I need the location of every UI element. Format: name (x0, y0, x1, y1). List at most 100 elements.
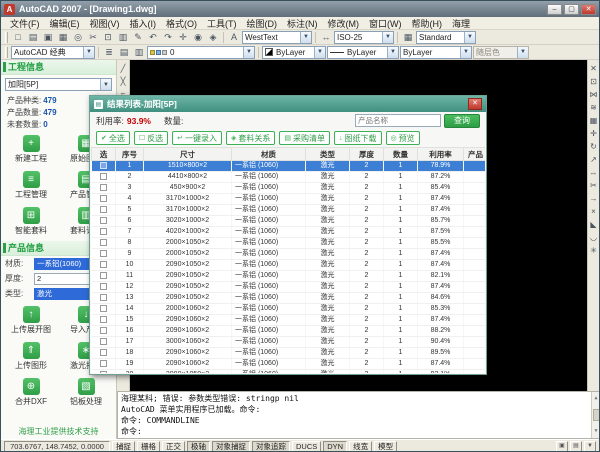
paste-icon[interactable]: ▥ (116, 31, 130, 44)
row-checkbox[interactable] (100, 228, 107, 235)
col-thickness[interactable]: 厚度 (350, 148, 384, 161)
open-file-icon[interactable]: ▤ (26, 31, 40, 44)
layer-combo[interactable]: 0 ▼ (147, 46, 255, 59)
row-select-cell[interactable] (92, 326, 116, 337)
row-select-cell[interactable] (92, 271, 116, 282)
status-toggle[interactable]: 线宽 (349, 441, 372, 452)
row-select-cell[interactable] (92, 216, 116, 227)
chevron-down-icon[interactable]: ▼ (83, 47, 94, 58)
mirror-icon[interactable]: ⋈ (588, 88, 600, 100)
table-row[interactable]: 9 2000×1050×2 一系铝 (1060) 激光 2 1 87.4% (92, 249, 486, 260)
table-row[interactable]: 12 2090×1050×2 一系铝 (1060) 激光 2 1 87.4% (92, 282, 486, 293)
chevron-down-icon[interactable]: ▼ (382, 32, 393, 43)
row-checkbox[interactable] (100, 338, 107, 345)
menu-item[interactable]: 窗口(W) (364, 17, 407, 30)
cut-icon[interactable]: ✂ (86, 31, 100, 44)
pan-icon[interactable]: ✛ (176, 31, 190, 44)
lineweight-combo[interactable]: ByLayer ▼ (400, 46, 472, 59)
row-select-cell[interactable] (92, 183, 116, 194)
trim-icon[interactable]: ✂ (588, 179, 600, 191)
col-index[interactable]: 序号 (116, 148, 144, 161)
maximize-button[interactable]: ▢ (564, 4, 579, 15)
row-select-cell[interactable] (92, 304, 116, 315)
one-key-entry-button[interactable]: ↵ 一键录入 (172, 131, 222, 145)
table-row[interactable]: 3 450×900×2 一系铝 (1060) 激光 2 1 85.4% (92, 183, 486, 194)
dialog-title-bar[interactable]: ▤ 结果列表-加阳[5P] ✕ (90, 96, 486, 112)
col-usage[interactable]: 利用率 (418, 148, 464, 161)
table-row[interactable]: 5 3170×1000×2 一系铝 (1060) 激光 2 1 87.4% (92, 205, 486, 216)
project-combo[interactable]: 加阳[5P] ▼ (5, 78, 112, 91)
color-combo[interactable]: ByLayer ▼ (262, 46, 326, 59)
chamfer-icon[interactable]: ◣ (588, 218, 600, 230)
status-toggle[interactable]: 对象捕捉 (212, 441, 250, 452)
row-select-cell[interactable] (92, 227, 116, 238)
status-toggle[interactable]: DUCS (292, 441, 321, 452)
offset-icon[interactable]: ≋ (588, 101, 600, 113)
status-toggle[interactable]: 正交 (162, 441, 185, 452)
row-checkbox[interactable] (100, 294, 107, 301)
col-quantity[interactable]: 数量 (384, 148, 418, 161)
table-row[interactable]: 15 2090×1060×2 一系铝 (1060) 激光 2 1 87.4% (92, 315, 486, 326)
layer-properties-icon[interactable]: ≣ (102, 46, 116, 59)
scale-icon[interactable]: ↗ (588, 153, 600, 165)
table-row[interactable]: 14 2000×1060×2 一系铝 (1060) 激光 2 1 85.3% (92, 304, 486, 315)
row-select-cell[interactable] (92, 359, 116, 370)
row-checkbox[interactable] (100, 195, 107, 202)
dialog-close-button[interactable]: ✕ (468, 98, 482, 110)
row-checkbox[interactable] (100, 272, 107, 279)
line-icon[interactable]: ╱ (117, 62, 129, 74)
menu-item[interactable]: 标注(N) (282, 17, 323, 30)
drawing-download-button[interactable]: ↓ 图纸下载 (334, 131, 382, 145)
table-row[interactable]: 18 2090×1060×2 一系铝 (1060) 激光 2 1 89.5% (92, 348, 486, 359)
row-checkbox[interactable] (100, 261, 107, 268)
row-select-cell[interactable] (92, 282, 116, 293)
row-select-cell[interactable] (92, 161, 116, 172)
merge-dxf-button[interactable]: ⊕ 合并DXF (4, 375, 58, 410)
layer-states-icon[interactable]: ▤ (117, 46, 131, 59)
row-checkbox[interactable] (100, 327, 107, 334)
invert-select-button[interactable]: ☐ 反选 (134, 131, 168, 145)
toolbar-grip[interactable] (5, 47, 8, 58)
scroll-down-icon[interactable]: ▼ (594, 426, 597, 437)
workspace-combo[interactable]: AutoCAD 经典 ▼ (11, 46, 95, 59)
make-layer-current-icon[interactable]: ▥ (132, 46, 146, 59)
menu-item[interactable]: 视图(V) (85, 17, 125, 30)
table-row[interactable]: 19 2090×1060×2 一系铝 (1060) 激光 2 1 87.4% (92, 359, 486, 370)
row-checkbox[interactable] (100, 371, 107, 373)
table-row[interactable]: 6 3020×1000×2 一系铝 (1060) 激光 2 1 85.7% (92, 216, 486, 227)
upload-unfold-button[interactable]: ↑ 上传展开图 (4, 303, 58, 338)
purchase-list-button[interactable]: ▤ 采购清单 (279, 131, 330, 145)
chevron-down-icon[interactable]: ▼ (464, 32, 475, 43)
copy-object-icon[interactable]: ⊡ (588, 75, 600, 87)
row-select-cell[interactable] (92, 249, 116, 260)
col-select[interactable]: 选 (92, 148, 116, 161)
menu-item[interactable]: 工具(T) (202, 17, 242, 30)
menu-item[interactable]: 插入(I) (125, 17, 162, 30)
menu-item[interactable]: 海理 (447, 17, 475, 30)
dim-style-icon[interactable]: ↔ (319, 31, 333, 44)
table-row[interactable]: 4 3170×1000×2 一系铝 (1060) 激光 2 1 87.4% (92, 194, 486, 205)
row-select-cell[interactable] (92, 205, 116, 216)
row-select-cell[interactable] (92, 370, 116, 374)
rotate-icon[interactable]: ↻ (588, 140, 600, 152)
table-row[interactable]: 11 2090×1050×2 一系铝 (1060) 激光 2 1 82.1% (92, 271, 486, 282)
linetype-combo[interactable]: ByLayer ▼ (327, 46, 399, 59)
table-row[interactable]: 1 1510×800×2 一系铝 (1060) 激光 2 1 78.9% (92, 161, 486, 172)
stretch-icon[interactable]: ↔ (588, 166, 600, 178)
match-properties-icon[interactable]: ✎ (131, 31, 145, 44)
status-toggle[interactable]: 对象追踪 (252, 441, 290, 452)
chevron-down-icon[interactable]: ▼ (460, 47, 471, 58)
text-style-combo[interactable]: WestText ▼ (242, 31, 312, 44)
table-row[interactable]: 8 2000×1050×2 一系铝 (1060) 激光 2 1 85.5% (92, 238, 486, 249)
new-file-icon[interactable]: □ (11, 31, 25, 44)
row-select-cell[interactable] (92, 194, 116, 205)
table-row[interactable]: 13 2090×1050×2 一系铝 (1060) 激光 2 1 84.6% (92, 293, 486, 304)
plate-process-button[interactable]: ▧ 铝板处理 (59, 375, 113, 410)
chevron-down-icon[interactable]: ▼ (243, 47, 254, 58)
minimize-button[interactable]: ‒ (547, 4, 562, 15)
table-row[interactable]: 10 2090×1050×2 一系铝 (1060) 激光 2 1 87.4% (92, 260, 486, 271)
chevron-down-icon[interactable]: ▼ (314, 47, 325, 58)
nesting-relation-button[interactable]: ◈ 套料关系 (226, 131, 275, 145)
table-row[interactable]: 20 2090×1050×2 一系铝 (1060) 激光 2 1 92.1% (92, 370, 486, 374)
command-scrollbar[interactable]: ▲ ▼ (591, 392, 600, 438)
